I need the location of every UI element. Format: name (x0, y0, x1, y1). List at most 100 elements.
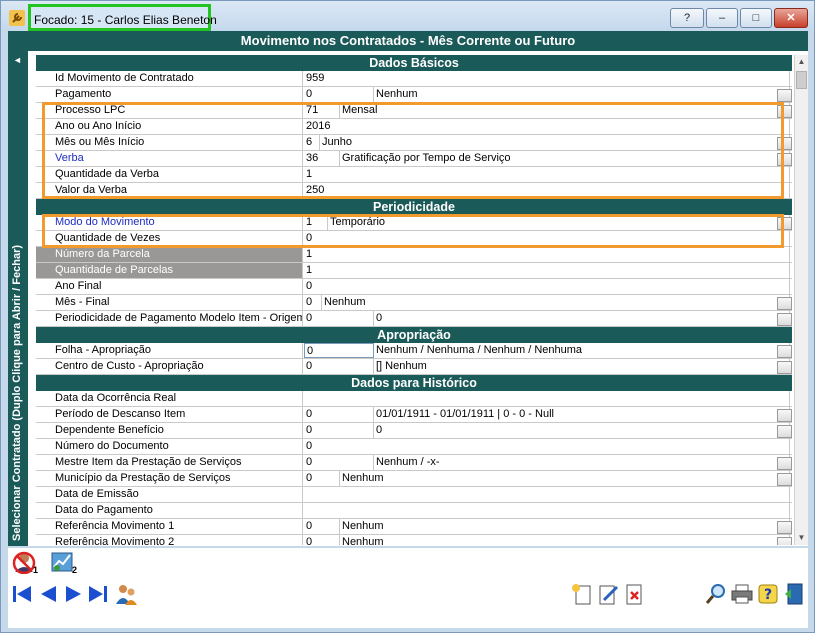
row-code[interactable]: 71 (304, 103, 340, 118)
row-value[interactable] (304, 487, 790, 502)
row-code[interactable]: 0 (304, 455, 374, 470)
help-icon[interactable]: ? (756, 582, 780, 606)
grid-row-ref-movimento-2[interactable]: Referência Movimento 2 0 Nenhum (36, 535, 792, 545)
grid-row-numero-parcela[interactable]: Número da Parcela 1 (36, 247, 792, 263)
row-label-link[interactable]: Modo do Movimento (36, 215, 303, 230)
last-record-icon[interactable] (86, 582, 110, 606)
grid-row-pagamento[interactable]: Pagamento 0 Nenhum (36, 87, 792, 103)
row-value[interactable]: 0 (304, 231, 790, 246)
row-code[interactable]: 0 (304, 519, 340, 534)
grid-row-modo-movimento[interactable]: Modo do Movimento 1 Temporário (36, 215, 792, 231)
exit-door-icon[interactable] (782, 582, 806, 606)
row-value[interactable]: 1 (304, 167, 790, 182)
grid-row-mes-final[interactable]: Mês - Final 0 Nenhum (36, 295, 792, 311)
dropdown-button[interactable] (777, 89, 792, 102)
row-value[interactable]: 1 (304, 247, 790, 262)
grid-row-centro-custo[interactable]: Centro de Custo - Apropriação 0 [] Nenhu… (36, 359, 792, 375)
row-value[interactable]: 1 (304, 263, 790, 278)
grid-row-data-pagamento[interactable]: Data do Pagamento (36, 503, 792, 519)
dropdown-button[interactable] (777, 217, 792, 230)
grid-row-periodo-descanso[interactable]: Período de Descanso Item 0 01/01/1911 - … (36, 407, 792, 423)
grid-row-processo-lpc[interactable]: Processo LPC 71 Mensal (36, 103, 792, 119)
row-label-link[interactable]: Verba (36, 151, 303, 166)
grid-row-municipio[interactable]: Município da Prestação de Serviços 0 Nen… (36, 471, 792, 487)
print-icon[interactable] (730, 582, 754, 606)
grid-row-ref-movimento-1[interactable]: Referência Movimento 1 0 Nenhum (36, 519, 792, 535)
delete-record-icon[interactable] (622, 582, 646, 606)
dropdown-button[interactable] (777, 425, 792, 438)
next-record-icon[interactable] (62, 582, 86, 606)
dropdown-button[interactable] (777, 457, 792, 470)
dropdown-button[interactable] (777, 537, 792, 545)
new-record-icon[interactable] (570, 582, 594, 606)
dropdown-button[interactable] (777, 361, 792, 374)
row-value[interactable]: 0 (304, 279, 790, 294)
row-value[interactable]: 250 (304, 183, 790, 198)
grid-row-qtd-verba[interactable]: Quantidade da Verba 1 (36, 167, 792, 183)
row-code[interactable]: 1 (304, 215, 328, 230)
row-value[interactable]: 0 (304, 439, 790, 454)
help-button[interactable]: ? (670, 8, 704, 28)
row-code[interactable]: 0 (304, 311, 374, 326)
section-header-periodicity: Periodicidade (36, 199, 792, 215)
grid-row-mestre-item[interactable]: Mestre Item da Prestação de Serviços 0 N… (36, 455, 792, 471)
dropdown-button[interactable] (777, 313, 792, 326)
property-grid: Dados Básicos Id Movimento de Contratado… (36, 55, 792, 545)
folha-code-input[interactable]: 0 (304, 343, 374, 358)
row-code[interactable]: 0 (304, 359, 374, 374)
minimize-button[interactable]: – (706, 8, 738, 28)
vertical-scrollbar[interactable]: ▲ ▼ (794, 55, 808, 545)
grid-row-qtd-vezes[interactable]: Quantidade de Vezes 0 (36, 231, 792, 247)
edit-record-icon[interactable] (596, 582, 620, 606)
row-code[interactable]: 0 (304, 295, 322, 310)
search-icon[interactable] (704, 582, 728, 606)
dropdown-button[interactable] (777, 345, 792, 358)
row-value[interactable]: 2016 (304, 119, 790, 134)
row-code[interactable]: 6 (304, 135, 320, 150)
grid-row-ano-inicio[interactable]: Ano ou Ano Início 2016 (36, 119, 792, 135)
grid-row-ano-final[interactable]: Ano Final 0 (36, 279, 792, 295)
maximize-button[interactable]: □ (740, 8, 772, 28)
grid-row-id-movimento[interactable]: Id Movimento de Contratado 959 (36, 71, 792, 87)
dropdown-button[interactable] (777, 105, 792, 118)
chart-person-icon[interactable] (50, 550, 74, 574)
row-code[interactable]: 0 (304, 87, 374, 102)
row-code[interactable]: 0 (304, 423, 374, 438)
row-code[interactable]: 0 (304, 535, 340, 545)
scroll-up-icon[interactable]: ▲ (795, 55, 808, 69)
dropdown-button[interactable] (777, 409, 792, 422)
grid-row-numero-documento[interactable]: Número do Documento 0 (36, 439, 792, 455)
close-button[interactable]: ✕ (774, 8, 808, 28)
row-value[interactable]: 959 (304, 71, 790, 86)
first-record-icon[interactable] (10, 582, 34, 606)
collapse-arrow-icon[interactable]: ◄ (13, 55, 22, 65)
grid-row-valor-verba[interactable]: Valor da Verba 250 (36, 183, 792, 199)
row-value[interactable] (304, 391, 790, 406)
row-code[interactable]: 0 (304, 471, 340, 486)
grid-row-data-ocorrencia[interactable]: Data da Ocorrência Real (36, 391, 792, 407)
grid-row-data-emissao[interactable]: Data de Emissão (36, 487, 792, 503)
scroll-down-icon[interactable]: ▼ (795, 531, 808, 545)
grid-row-folha-apropriacao[interactable]: Folha - Apropriação 0 Nenhum / Nenhuma /… (36, 343, 792, 359)
row-label: Id Movimento de Contratado (36, 71, 303, 86)
scroll-thumb[interactable] (796, 71, 807, 89)
dropdown-button[interactable] (777, 473, 792, 486)
dropdown-button[interactable] (777, 153, 792, 166)
row-label: Município da Prestação de Serviços (36, 471, 303, 486)
users-icon[interactable] (114, 582, 138, 606)
row-label-disabled: Número da Parcela (36, 247, 303, 262)
select-contracted-side-tab[interactable]: ◄ Selecionar Contratado (Duplo Clique pa… (8, 51, 28, 546)
grid-row-qtd-parcelas[interactable]: Quantidade de Parcelas 1 (36, 263, 792, 279)
grid-row-periodicidade-pgto[interactable]: Periodicidade de Pagamento Modelo Item -… (36, 311, 792, 327)
previous-record-icon[interactable] (36, 582, 60, 606)
grid-row-mes-inicio[interactable]: Mês ou Mês Início 6 Junho (36, 135, 792, 151)
dropdown-button[interactable] (777, 137, 792, 150)
dropdown-button[interactable] (777, 297, 792, 310)
row-code[interactable]: 0 (304, 407, 374, 422)
grid-row-dependente-beneficio[interactable]: Dependente Benefício 0 0 (36, 423, 792, 439)
grid-row-verba[interactable]: Verba 36 Gratificação por Tempo de Servi… (36, 151, 792, 167)
dropdown-button[interactable] (777, 521, 792, 534)
row-label: Mês - Final (36, 295, 303, 310)
row-value[interactable] (304, 503, 790, 518)
row-code[interactable]: 36 (304, 151, 340, 166)
